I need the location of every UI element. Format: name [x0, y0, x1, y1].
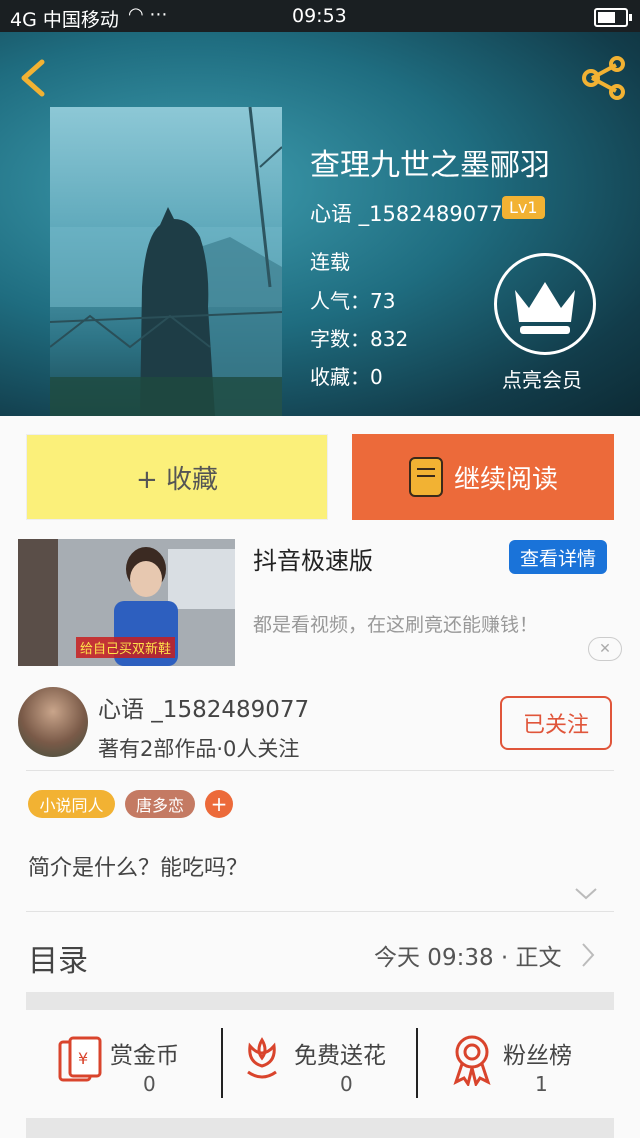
ad-description: 都是看视频，在这刷竟还能赚钱！: [253, 614, 539, 636]
author-name[interactable]: 心语 _1582489077: [98, 690, 309, 724]
status-bar: 4G 中国移动 ◠ ⋯ 09:53: [0, 0, 640, 32]
continue-reading-button[interactable]: 继续阅读: [352, 434, 614, 520]
ad-title[interactable]: 抖音极速版: [253, 541, 373, 576]
chevron-left-icon[interactable]: [18, 58, 48, 98]
section-spacer: [26, 992, 614, 1010]
ad-thumbnail[interactable]: 给自己买双新鞋: [18, 539, 235, 666]
catalog-update[interactable]: 今天 09:38 · 正文: [374, 938, 562, 972]
tag-item[interactable]: 唐多恋: [125, 790, 195, 818]
red-envelope-icon: ¥: [58, 1036, 102, 1082]
flower-icon: [247, 1037, 277, 1079]
book-icon: [408, 457, 443, 497]
vip-button[interactable]: [494, 253, 596, 355]
divider: [26, 770, 614, 771]
author-meta: 著有2部作品·0人关注: [98, 737, 300, 761]
add-tag-button[interactable]: +: [205, 790, 233, 818]
share-icon[interactable]: [580, 56, 628, 100]
stat-label[interactable]: 粉丝榜: [503, 1036, 572, 1070]
ad-details-button[interactable]: 查看详情: [509, 540, 607, 574]
vip-label[interactable]: 点亮会员: [502, 364, 582, 393]
divider: [221, 1028, 223, 1098]
favorites-count: 收藏：0: [310, 365, 383, 389]
crown-icon: [515, 282, 575, 334]
ad-close-icon[interactable]: ✕: [588, 637, 622, 661]
book-cover[interactable]: [50, 107, 282, 416]
status-time: 09:53: [292, 5, 347, 27]
chevron-right-icon[interactable]: [580, 942, 596, 968]
chevron-down-icon[interactable]: [574, 886, 598, 902]
svg-text:¥: ¥: [78, 1049, 88, 1068]
battery-icon: [594, 8, 632, 27]
word-count: 字数：832: [310, 327, 409, 351]
continue-reading-label: 继续阅读: [453, 464, 558, 495]
send-flower-button[interactable]: [242, 1036, 282, 1086]
divider: [26, 911, 614, 912]
reward-coins-button[interactable]: ¥: [56, 1034, 104, 1088]
carrier-label: 4G 中国移动: [10, 9, 119, 31]
collect-button[interactable]: + 收藏: [26, 434, 328, 520]
content-area: [0, 416, 640, 1138]
stat-value: 1: [535, 1072, 548, 1096]
book-title: 查理九世之墨郦羽: [310, 148, 550, 183]
stat-value: 0: [340, 1072, 353, 1096]
tag-item[interactable]: 小说同人: [28, 790, 115, 818]
cover-illustration: [50, 107, 282, 416]
ad-caption: 给自己买双新鞋: [76, 637, 176, 658]
catalog-label[interactable]: 目录: [28, 936, 88, 980]
level-badge: Lv1: [502, 196, 545, 219]
collect-label: + 收藏: [135, 464, 219, 495]
wifi-icon: ◠ ⋯: [128, 4, 168, 25]
fan-ranking-button[interactable]: [450, 1034, 494, 1090]
stat-label[interactable]: 免费送花: [294, 1036, 386, 1070]
follow-button[interactable]: 已关注: [500, 696, 612, 750]
bottom-spacer: [26, 1118, 614, 1138]
serial-status: 连载: [310, 250, 350, 274]
popularity-count: 人气：73: [310, 289, 396, 313]
medal-icon: [453, 1035, 491, 1088]
author-avatar[interactable]: [18, 687, 88, 757]
stat-value: 0: [143, 1072, 156, 1096]
book-author[interactable]: 心语 _1582489077: [310, 198, 503, 228]
book-intro: 简介是什么？能吃吗？: [28, 856, 249, 881]
divider: [416, 1028, 418, 1098]
stat-label[interactable]: 赏金币: [110, 1036, 179, 1070]
